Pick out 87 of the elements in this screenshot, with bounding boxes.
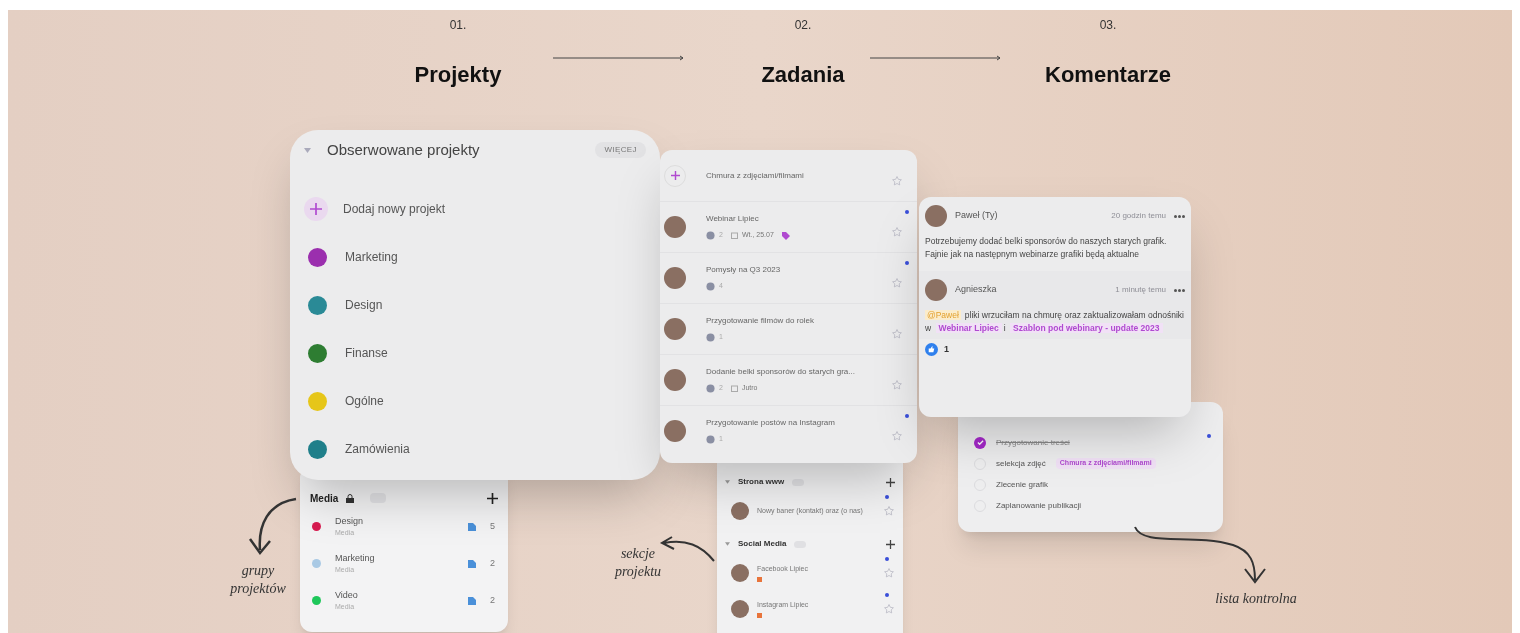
section-title: Strona www <box>738 476 785 488</box>
project-name: Design <box>335 514 363 528</box>
comment-icon <box>706 384 715 393</box>
task-title: Przygotowanie filmów do rolek <box>706 315 815 328</box>
plus-icon[interactable] <box>886 477 895 487</box>
handwritten-note: sekcje projektu <box>613 545 663 581</box>
comment-text: Potrzebujemy dodać belki sponsorów do naszych starych grafik. Fajnie jak na następnym webinarze grafiki będą aktualne <box>925 235 1168 261</box>
comment-text: @Paweł pliki wrzuciłam na chmurę oraz zaktualizowałam odnośniki w Webinar Lipiec i Szablon pod webinary - update 2023 <box>925 309 1185 335</box>
like-count: 1 <box>944 343 949 356</box>
project-row[interactable]: Finanse <box>304 338 646 368</box>
task-title: Chmura z zdjęciami/filmami <box>706 169 804 182</box>
star-icon[interactable] <box>891 277 903 289</box>
step-title: Projekty <box>414 61 502 89</box>
checkbox[interactable] <box>974 436 986 449</box>
avatar <box>664 267 686 289</box>
more-icon[interactable] <box>1174 288 1185 292</box>
star-icon[interactable] <box>891 226 903 238</box>
calendar-icon <box>730 232 738 239</box>
avatar <box>664 420 686 442</box>
project-name: Zamówienia <box>345 441 410 458</box>
project-count: 5 <box>490 519 496 533</box>
section-title: Social Media <box>738 538 787 550</box>
star-icon[interactable] <box>883 603 895 615</box>
task-title: Pomysły na Q3 2023 <box>706 264 781 277</box>
star-icon[interactable] <box>891 430 903 442</box>
avatar <box>731 564 749 582</box>
project-name: Marketing <box>345 249 398 266</box>
checklist-text: Zlecenie grafik <box>996 478 1049 491</box>
thumbs-up-icon[interactable] <box>925 343 938 357</box>
star-icon[interactable] <box>883 505 895 517</box>
avatar <box>664 216 686 238</box>
checklist-text: selekcja zdjęć <box>996 457 1046 470</box>
add-project-link[interactable]: Dodaj nowy projekt <box>343 200 446 218</box>
step-number: 01. <box>449 17 467 34</box>
checklist-text: Zaplanowanie publikacji <box>996 499 1081 512</box>
star-icon[interactable] <box>891 379 903 391</box>
star-icon[interactable] <box>891 174 903 187</box>
avatar <box>664 369 686 391</box>
plus-icon[interactable] <box>886 539 895 549</box>
comment-icon <box>706 231 715 240</box>
checklist-text: Przygotowanie treści <box>996 436 1070 449</box>
caret-icon[interactable] <box>725 480 730 484</box>
step-title: Komentarze <box>1045 61 1171 89</box>
handwritten-note: lista kontrolna <box>1214 590 1298 608</box>
project-row[interactable]: Zamówienia <box>304 434 646 464</box>
more-button[interactable]: WIĘCEJ <box>595 142 646 158</box>
step-title: Zadania <box>761 61 845 89</box>
project-row[interactable]: Ogólne <box>304 386 646 416</box>
step-number: 03. <box>1099 17 1117 34</box>
caret-icon[interactable] <box>304 147 311 153</box>
comment-time: 20 godzin temu <box>1111 210 1166 222</box>
task-title: Przygotowanie postów na Instagram <box>706 417 835 430</box>
avatar <box>664 318 686 340</box>
card-title: Obserwowane projekty <box>327 139 480 160</box>
project-row[interactable]: Marketing <box>304 242 646 272</box>
group-title: Media <box>310 491 339 506</box>
star-icon[interactable] <box>883 567 895 579</box>
task-title: Dodanie belki sponsorów do starych gra... <box>706 366 855 379</box>
step-number: 02. <box>794 17 812 34</box>
add-icon[interactable] <box>304 197 328 221</box>
comment-icon <box>706 333 715 342</box>
comment-icon <box>706 435 715 444</box>
task-title: Webinar Lipiec <box>706 213 760 226</box>
project-count: 2 <box>490 593 496 607</box>
comment-icon <box>706 282 715 291</box>
plus-icon[interactable] <box>487 492 498 504</box>
task-row[interactable]: Chmura z zdjęciami/filmami <box>660 150 917 201</box>
calendar-icon <box>730 385 738 392</box>
avatar <box>925 205 947 227</box>
comment-time: 1 minutę temu <box>1115 284 1166 296</box>
caret-icon[interactable] <box>725 542 730 546</box>
project-name: Marketing <box>335 551 375 565</box>
star-icon[interactable] <box>891 328 903 340</box>
lock-icon <box>346 493 355 503</box>
project-name: Design <box>345 297 383 314</box>
avatar <box>731 502 749 520</box>
project-name: Finanse <box>345 345 388 362</box>
comment-author: Paweł (Ty) <box>955 209 998 223</box>
handwritten-note: grupy projektów <box>228 562 287 598</box>
comment-author: Agnieszka <box>955 283 997 297</box>
project-name: Ogólne <box>345 393 384 410</box>
more-icon[interactable] <box>1174 214 1185 218</box>
project-count: 2 <box>490 556 496 570</box>
avatar <box>925 279 947 301</box>
avatar <box>731 600 749 618</box>
project-name: Video <box>335 588 358 602</box>
project-row[interactable]: Design <box>304 290 646 320</box>
